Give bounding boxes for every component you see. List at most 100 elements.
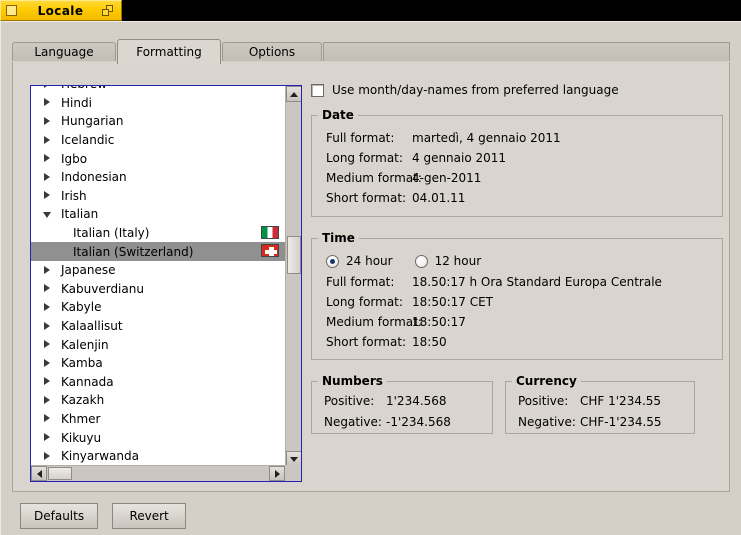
tab-strip: Language Formatting Options: [12, 39, 730, 64]
language-tree-item[interactable]: Italian (Italy): [31, 224, 285, 243]
language-tree-item[interactable]: Igbo: [31, 149, 285, 168]
date-rows: Full format: martedì, 4 gennaio 2011 Lon…: [312, 122, 722, 221]
chevron-right-icon[interactable]: [43, 377, 52, 386]
scroll-up-arrow-icon[interactable]: [286, 86, 301, 102]
language-tree-item-selected[interactable]: Italian (Switzerland): [31, 242, 285, 261]
time-medium-format-value: 18:50:17: [412, 315, 466, 329]
language-tree-item-label: Irish: [61, 188, 87, 203]
chevron-right-icon[interactable]: [43, 321, 52, 331]
chevron-right-icon[interactable]: [43, 98, 52, 107]
use-preferred-language-names-checkbox[interactable]: Use month/day-names from preferred langu…: [311, 80, 723, 100]
language-tree-item[interactable]: Kabyle: [31, 298, 285, 317]
currency-row: Negative: CHF-1'234.55: [506, 415, 694, 436]
revert-button[interactable]: Revert: [112, 503, 187, 529]
currency-group-legend: Currency: [516, 374, 577, 388]
time-group-legend: Time: [322, 231, 355, 245]
language-tree-item[interactable]: Italian: [31, 205, 285, 224]
language-tree-item[interactable]: Icelandic: [31, 131, 285, 150]
numbers-positive-value: 1'234.568: [386, 394, 447, 408]
chevron-right-icon[interactable]: [43, 358, 52, 368]
date-full-format-label: Full format:: [326, 131, 395, 145]
language-tree-item-label: Icelandic: [61, 133, 115, 148]
language-tree-item-label: Kamba: [61, 356, 103, 371]
defaults-button[interactable]: Defaults: [20, 503, 99, 529]
language-tree-item[interactable]: Kikuyu: [31, 428, 285, 447]
scroll-left-arrow-icon[interactable]: [31, 466, 47, 481]
tab-language[interactable]: Language: [12, 42, 116, 61]
radio-12-hour[interactable]: [414, 254, 428, 268]
language-tree-item-label: Kinyarwanda: [61, 449, 139, 464]
time-medium-format-label: Medium format:: [326, 315, 422, 329]
numbers-group-legend: Numbers: [322, 374, 383, 388]
numbers-currency-row: Numbers Positive: 1'234.568 Negative: -1…: [311, 374, 723, 434]
horizontal-scrollbar-thumb[interactable]: [48, 467, 72, 480]
tab-strip-filler: [323, 42, 730, 61]
numbers-row: Negative: -1'234.568: [312, 415, 492, 436]
scrollbar-corner: [285, 465, 301, 481]
language-tree-vertical-scrollbar[interactable]: [285, 86, 301, 467]
formatting-details-panel: Use month/day-names from preferred langu…: [311, 80, 723, 434]
vertical-scrollbar-thumb[interactable]: [287, 236, 301, 274]
chevron-right-icon[interactable]: [43, 116, 52, 126]
window-titlebar[interactable]: Locale: [0, 0, 122, 21]
chevron-down-icon[interactable]: [43, 210, 52, 219]
numbers-rows: Positive: 1'234.568 Negative: -1'234.568: [312, 388, 492, 446]
language-tree-item[interactable]: Japanese: [31, 261, 285, 280]
language-tree-horizontal-scrollbar[interactable]: [31, 465, 285, 481]
tab-options-label: Options: [248, 45, 296, 59]
tab-options[interactable]: Options: [222, 42, 322, 61]
checkbox-box-icon[interactable]: [311, 83, 324, 97]
language-tree-item-label: Kalenjin: [61, 337, 109, 352]
language-tree[interactable]: Hebrew Hindi Hungarian Icelandic Igbo Indones…: [30, 85, 302, 482]
chevron-right-icon[interactable]: [43, 395, 52, 405]
numbers-positive-label: Positive:: [324, 394, 375, 408]
chevron-right-icon[interactable]: [43, 433, 52, 442]
language-tree-rows: Hebrew Hindi Hungarian Icelandic Igbo Indones…: [31, 86, 285, 465]
tab-language-label: Language: [34, 45, 94, 59]
chevron-right-icon[interactable]: [43, 414, 52, 423]
language-tree-item[interactable]: Hungarian: [31, 112, 285, 131]
chevron-right-icon[interactable]: [43, 302, 52, 312]
chevron-right-icon[interactable]: [43, 154, 52, 163]
date-full-format-value: martedì, 4 gennaio 2011: [412, 131, 561, 145]
chevron-right-icon[interactable]: [43, 191, 52, 200]
radio-24-hour-label: 24 hour: [346, 254, 393, 268]
time-long-format-value: 18:50:17 CET: [412, 295, 493, 309]
formatting-tab-page: Hebrew Hindi Hungarian Icelandic Igbo Indones…: [12, 62, 730, 492]
tab-formatting[interactable]: Formatting: [117, 39, 221, 64]
language-tree-item-label: Kabuverdianu: [61, 281, 144, 296]
language-tree-item[interactable]: Kannada: [31, 373, 285, 392]
currency-row: Positive: CHF 1'234.55: [506, 394, 694, 415]
language-tree-item[interactable]: Kamba: [31, 354, 285, 373]
language-tree-item[interactable]: Kalaallisut: [31, 317, 285, 336]
restore-window-icon[interactable]: [102, 4, 115, 17]
language-tree-item[interactable]: Irish: [31, 187, 285, 206]
language-tree-item[interactable]: Kabuverdianu: [31, 280, 285, 299]
date-medium-format-label: Medium format:: [326, 171, 422, 185]
locale-settings-window: Language Formatting Options Hebrew HindiH…: [0, 21, 741, 535]
language-tree-item[interactable]: Kinyarwanda: [31, 447, 285, 466]
language-tree-item[interactable]: Indonesian: [31, 168, 285, 187]
language-tree-item[interactable]: Hindi: [31, 94, 285, 113]
date-row: Full format: martedì, 4 gennaio 2011: [312, 131, 722, 151]
language-tree-item-label: Hungarian: [61, 114, 124, 129]
time-rows: 24 hour 12 hour Full format: 18.50:17 h …: [312, 245, 722, 365]
chevron-right-icon[interactable]: [43, 451, 52, 461]
time-row: Medium format: 18:50:17: [312, 315, 722, 335]
chevron-right-icon[interactable]: [43, 86, 52, 89]
chevron-right-icon[interactable]: [43, 172, 52, 182]
language-tree-item[interactable]: Kazakh: [31, 391, 285, 410]
chevron-right-icon[interactable]: [43, 265, 52, 275]
language-tree-item-label: Hebrew: [61, 86, 107, 91]
chevron-right-icon[interactable]: [43, 340, 52, 349]
language-tree-item[interactable]: Hebrew: [31, 86, 285, 94]
language-tree-item[interactable]: Kalenjin: [31, 335, 285, 354]
chevron-right-icon[interactable]: [43, 284, 52, 293]
language-tree-viewport: Hebrew Hindi Hungarian Icelandic Igbo Indones…: [31, 86, 285, 467]
chevron-right-icon[interactable]: [43, 135, 52, 145]
language-tree-item[interactable]: Khmer: [31, 410, 285, 429]
date-short-format-value: 04.01.11: [412, 191, 466, 205]
scroll-right-arrow-icon[interactable]: [269, 466, 285, 481]
radio-24-hour[interactable]: [326, 254, 339, 268]
language-tree-item-label: Italian (Switzerland): [73, 244, 194, 259]
